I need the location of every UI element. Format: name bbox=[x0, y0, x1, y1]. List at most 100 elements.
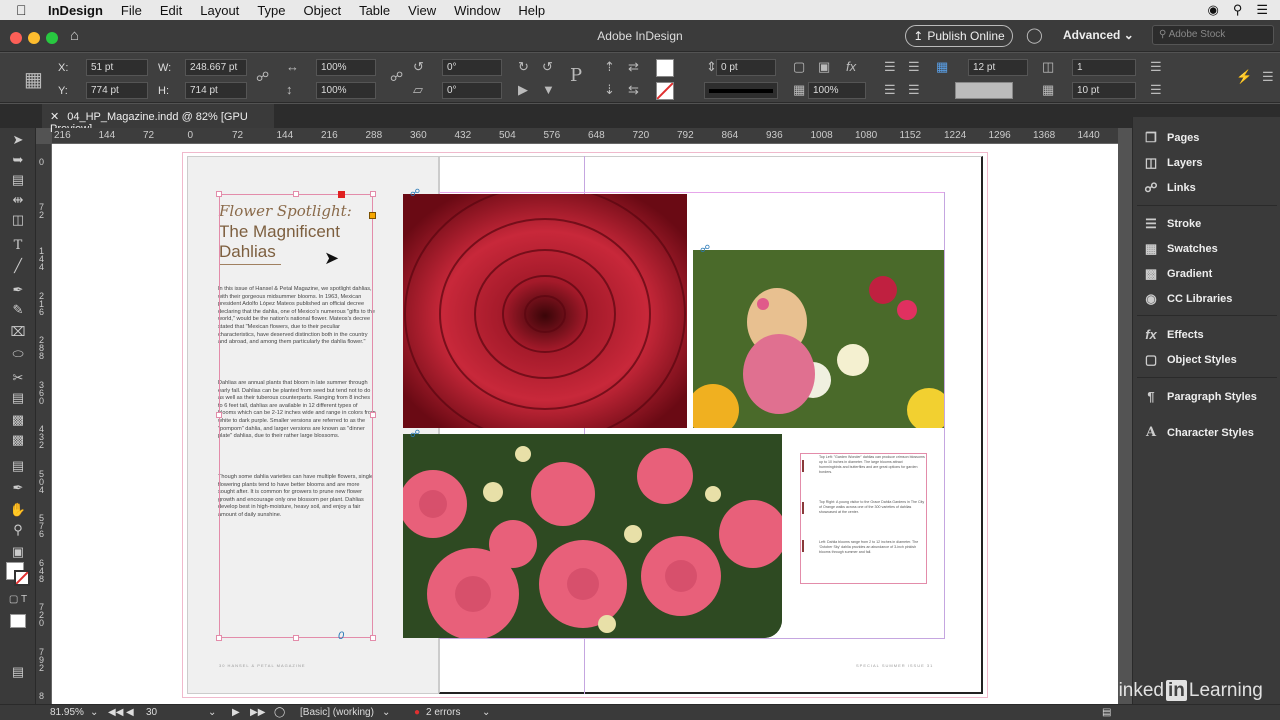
ellipse-tool-icon[interactable]: ⬭ bbox=[8, 346, 28, 364]
resize-handle[interactable] bbox=[370, 191, 376, 197]
menu-app[interactable]: InDesign bbox=[48, 3, 103, 18]
fx-effects-icon[interactable]: fx bbox=[846, 59, 856, 74]
quick-apply-icon[interactable]: ⚡ bbox=[1236, 69, 1252, 85]
scissors-tool-icon[interactable]: ✂ bbox=[8, 370, 28, 388]
hand-tool-icon[interactable]: ✋ bbox=[8, 502, 28, 520]
object-styles-panel-button[interactable]: ▢ Object Styles bbox=[1143, 352, 1237, 368]
caption-top-right[interactable]: Top Right: A young visitor to the Grace … bbox=[819, 500, 925, 515]
resize-handle[interactable] bbox=[293, 191, 299, 197]
window-layout-icon[interactable]: ▤ bbox=[1102, 707, 1111, 718]
eyedropper-tool-icon[interactable]: ✒ bbox=[8, 480, 28, 498]
links-panel-button[interactable]: ☍ Links bbox=[1143, 180, 1195, 196]
cc-libraries-panel-button[interactable]: ◉ CC Libraries bbox=[1143, 291, 1232, 307]
bulleted-list-icon[interactable]: ☰ bbox=[1150, 59, 1162, 75]
resize-handle[interactable] bbox=[216, 635, 222, 641]
resize-handle[interactable] bbox=[216, 191, 222, 197]
document-canvas[interactable]: Flower Spotlight: The Magnificent Dahlia… bbox=[52, 144, 1118, 704]
content-collector-icon[interactable]: ◫ bbox=[8, 212, 28, 230]
link-badge-icon[interactable]: ☍ bbox=[700, 244, 710, 255]
zoom-dropdown-icon[interactable]: ⌄ bbox=[90, 707, 98, 718]
profile-dropdown-icon[interactable]: ⌄ bbox=[382, 707, 390, 718]
panel-menu-icon[interactable]: ☰ bbox=[1262, 69, 1274, 85]
character-styles-panel-button[interactable]: A Character Styles bbox=[1143, 425, 1254, 440]
page-number-field[interactable]: 30 bbox=[146, 707, 157, 718]
stroke-swatch[interactable] bbox=[656, 82, 674, 100]
link-badge-icon[interactable]: ☍ bbox=[410, 429, 420, 440]
gradient-swatch-tool-icon[interactable]: ▩ bbox=[8, 412, 28, 430]
previous-page-icon[interactable]: ◀ bbox=[126, 707, 134, 718]
paragraph-p-icon[interactable]: P bbox=[570, 65, 582, 86]
lightbulb-icon[interactable]: ◯ bbox=[1026, 26, 1043, 44]
link-badge-icon[interactable]: ☍ bbox=[410, 188, 420, 199]
text-frame-style-select[interactable] bbox=[955, 82, 1013, 99]
rotate-field[interactable]: 0° bbox=[442, 59, 502, 76]
gradient-feather-tool-icon[interactable]: ▩ bbox=[8, 432, 28, 450]
dahlia-field-image[interactable] bbox=[403, 434, 782, 638]
type-tool-icon[interactable]: T bbox=[8, 238, 28, 256]
page-dropdown-icon[interactable]: ⌄ bbox=[208, 707, 216, 718]
rotate-counterclockwise-icon[interactable]: ↺ bbox=[542, 59, 553, 75]
flip-vertical-icon[interactable]: ▼ bbox=[542, 82, 555, 97]
menu-view[interactable]: View bbox=[408, 3, 436, 18]
menu-window[interactable]: Window bbox=[454, 3, 500, 18]
preflight-profile[interactable]: [Basic] (working) bbox=[300, 707, 374, 718]
x-field[interactable]: 51 pt bbox=[86, 59, 148, 76]
pages-panel-button[interactable]: ❐ Pages bbox=[1143, 130, 1199, 146]
auto-fit-icon[interactable]: ▦ bbox=[936, 59, 948, 75]
numbered-list-icon[interactable]: ☰ bbox=[1150, 82, 1162, 98]
resize-handle[interactable] bbox=[370, 412, 376, 418]
document-tab[interactable]: ✕04_HP_Magazine.indd @ 82% [GPU Preview] bbox=[42, 104, 274, 135]
paragraph-styles-panel-button[interactable]: ¶ Paragraph Styles bbox=[1143, 389, 1257, 404]
align-top-icon[interactable]: ☰ bbox=[884, 82, 896, 98]
align-middle-icon[interactable]: ☰ bbox=[908, 82, 920, 98]
apple-icon[interactable]:  bbox=[16, 2, 34, 18]
frame-fitting-icon[interactable]: ▣ bbox=[818, 59, 830, 75]
next-page-icon[interactable]: ▶ bbox=[232, 707, 240, 718]
default-fill-stroke-icon[interactable]: ▣ bbox=[8, 544, 28, 562]
pencil-tool-icon[interactable]: ✎ bbox=[8, 302, 28, 320]
resize-handle[interactable] bbox=[293, 635, 299, 641]
scale-y-field[interactable]: 100% bbox=[316, 82, 376, 99]
height-field[interactable]: 714 pt bbox=[185, 82, 247, 99]
last-page-icon[interactable]: ▶▶ bbox=[250, 707, 265, 718]
scale-x-field[interactable]: 100% bbox=[316, 59, 376, 76]
menu-table[interactable]: Table bbox=[359, 3, 390, 18]
note-tool-icon[interactable]: ▤ bbox=[8, 458, 28, 476]
free-transform-tool-icon[interactable]: ▤ bbox=[8, 390, 28, 408]
align-center-icon[interactable]: ☰ bbox=[908, 59, 920, 75]
resize-handle[interactable] bbox=[370, 635, 376, 641]
preflight-errors[interactable]: 2 errors bbox=[426, 707, 460, 718]
effects-panel-button[interactable]: fx Effects bbox=[1143, 327, 1203, 342]
opacity-field[interactable]: 100% bbox=[808, 82, 866, 99]
selection-tool-icon[interactable]: ➤ bbox=[8, 132, 28, 150]
line-tool-icon[interactable]: ╱ bbox=[8, 258, 28, 276]
creative-cloud-icon[interactable]: ◉ bbox=[1207, 2, 1218, 18]
caption-top-left[interactable]: Top Left: "Garden Wonder" dahlias can pr… bbox=[819, 455, 925, 475]
gutter-field[interactable]: 12 pt bbox=[968, 59, 1028, 76]
columns-field[interactable]: 1 bbox=[1072, 59, 1136, 76]
stroke-panel-button[interactable]: ☰ Stroke bbox=[1143, 216, 1201, 232]
selected-text-frame[interactable] bbox=[219, 194, 373, 638]
resize-handle[interactable] bbox=[216, 412, 222, 418]
menu-edit[interactable]: Edit bbox=[160, 3, 182, 18]
flip-horizontal-icon[interactable]: ▶ bbox=[518, 82, 528, 98]
reference-point-icon[interactable]: ▦ bbox=[24, 67, 43, 92]
in-port-icon[interactable] bbox=[338, 191, 345, 198]
adobe-stock-search[interactable]: ⚲ Adobe Stock bbox=[1152, 25, 1274, 45]
width-field[interactable]: 248.667 pt bbox=[185, 59, 247, 76]
girl-dahlia-garden-image[interactable] bbox=[693, 250, 944, 428]
screen-mode-icon[interactable]: ▤ bbox=[8, 664, 28, 682]
stroke-weight-field[interactable]: 0 pt bbox=[716, 59, 776, 76]
select-next-icon[interactable]: ⇄ bbox=[628, 59, 639, 75]
errors-dropdown-icon[interactable]: ⌄ bbox=[482, 707, 490, 718]
menu-file[interactable]: File bbox=[121, 3, 142, 18]
swatches-panel-button[interactable]: ▦ Swatches bbox=[1143, 241, 1218, 257]
gradient-panel-button[interactable]: ▩ Gradient bbox=[1143, 266, 1212, 282]
zoom-level[interactable]: 81.95% bbox=[50, 707, 84, 718]
pen-tool-icon[interactable]: ✒ bbox=[8, 282, 28, 300]
captions-frame[interactable]: Top Left: "Garden Wonder" dahlias can pr… bbox=[800, 453, 927, 584]
select-content-icon[interactable]: ⇣ bbox=[604, 82, 615, 98]
open-preflight-icon[interactable]: ◯ bbox=[274, 707, 285, 718]
menu-type[interactable]: Type bbox=[257, 3, 285, 18]
rectangle-frame-tool-icon[interactable]: ⌧ bbox=[8, 324, 28, 342]
